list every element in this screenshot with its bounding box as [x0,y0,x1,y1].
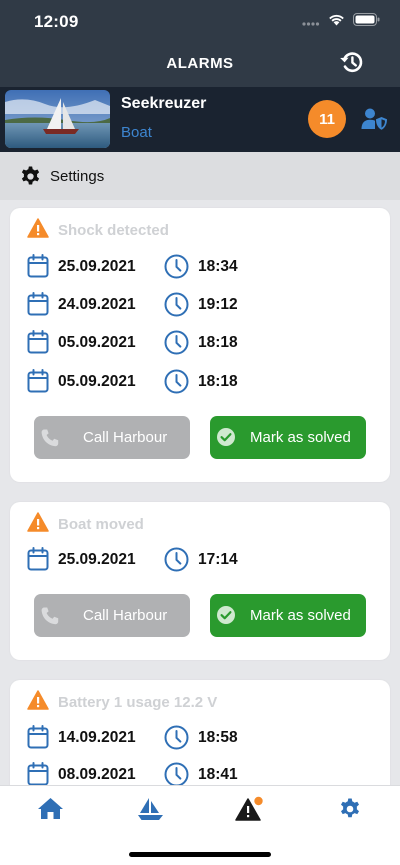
alarm-count-badge[interactable]: 11 [308,100,346,138]
status-time: 12:09 [34,12,79,31]
alarm-time: 18:58 [198,729,238,746]
nav-home[interactable] [35,797,65,825]
clock-icon [164,254,189,284]
boat-type: Boat [121,124,152,141]
history-button[interactable] [338,50,366,78]
alarm-title: Battery 1 usage 12.2 V [58,694,218,711]
call-harbour-button[interactable]: Call Harbour [34,594,190,637]
phone-icon [40,428,60,452]
user-shield-icon[interactable] [361,107,388,136]
mark-solved-label: Mark as solved [250,607,351,624]
alarm-entry: 05.09.2021 18:18 [27,330,367,356]
alarm-entry: 08.09.2021 18:41 [27,762,367,785]
check-circle-icon [216,427,236,451]
alarm-date: 05.09.2021 [58,373,136,390]
settings-icon [338,797,362,826]
settings-label: Settings [50,168,105,185]
call-harbour-button[interactable]: Call Harbour [34,416,190,459]
warning-icon [27,218,49,243]
wifi-icon [328,13,345,31]
mark-solved-button[interactable]: Mark as solved [210,416,366,459]
warning-icon [27,512,49,537]
status-icons [302,13,380,31]
alarm-title: Shock detected [58,222,169,239]
nav-settings[interactable] [335,797,365,825]
top-header: 12:09 ALARMS [0,0,400,87]
clock-icon [164,330,189,360]
alarm-card-header: Battery 1 usage 12.2 V [27,690,217,715]
alarm-card-header: Shock detected [27,218,169,243]
alarm-time: 18:34 [198,258,238,275]
clock-icon [164,369,189,399]
phone-icon [40,606,60,630]
mark-solved-button[interactable]: Mark as solved [210,594,366,637]
home-icon [37,797,64,825]
settings-bar[interactable]: Settings [0,152,400,200]
mark-solved-label: Mark as solved [250,429,351,446]
clock-icon [164,762,189,785]
calendar-icon [27,292,49,321]
boat-name: Seekreuzer [121,95,207,112]
alarm-card-boat-moved: Boat moved 25.09.2021 17:14 Call Harbour… [10,502,390,660]
alarm-entry: 05.09.2021 18:18 [27,369,367,395]
check-circle-icon [216,605,236,629]
clock-icon [164,725,189,755]
alarm-time: 19:12 [198,296,238,313]
alarm-card-shock: Shock detected 25.09.2021 18:34 24.09.20… [10,208,390,482]
nav-boat[interactable] [135,797,165,825]
alarm-entry: 24.09.2021 19:12 [27,292,367,318]
alarm-time: 18:18 [198,373,238,390]
alarm-entry: 25.09.2021 17:14 [27,547,367,573]
boat-photo[interactable] [5,90,110,148]
alarm-entry: 14.09.2021 18:58 [27,725,367,751]
battery-icon [353,13,380,31]
clock-icon [164,547,189,577]
alarm-date: 24.09.2021 [58,296,136,313]
alarm-date: 25.09.2021 [58,258,136,275]
alarm-card-header: Boat moved [27,512,144,537]
nav-alarms[interactable] [235,796,265,827]
alarm-date: 14.09.2021 [58,729,136,746]
alarm-date: 25.09.2021 [58,551,136,568]
calendar-icon [27,369,49,398]
alarm-card-battery: Battery 1 usage 12.2 V 14.09.2021 18:58 … [10,680,390,785]
alarm-title: Boat moved [58,516,144,533]
alarm-list[interactable]: Shock detected 25.09.2021 18:34 24.09.20… [0,200,400,785]
alarm-date: 05.09.2021 [58,334,136,351]
calendar-icon [27,547,49,576]
calendar-icon [27,725,49,754]
gear-icon [19,165,42,193]
calendar-icon [27,762,49,785]
home-indicator [129,852,271,857]
status-bar: 12:09 [0,0,400,44]
clock-icon [164,292,189,322]
call-harbour-label: Call Harbour [83,607,168,624]
calendar-icon [27,254,49,283]
boat-icon [137,797,164,826]
warning-icon [27,690,49,715]
alarm-time: 17:14 [198,551,238,568]
history-icon [339,49,365,80]
alarm-entry: 25.09.2021 18:34 [27,254,367,280]
calendar-icon [27,330,49,359]
call-harbour-label: Call Harbour [83,429,168,446]
alarm-time: 18:41 [198,766,238,783]
alarm-time: 18:18 [198,334,238,351]
alarms-icon [235,796,265,827]
signal-icon [302,13,320,31]
alarm-date: 08.09.2021 [58,766,136,783]
